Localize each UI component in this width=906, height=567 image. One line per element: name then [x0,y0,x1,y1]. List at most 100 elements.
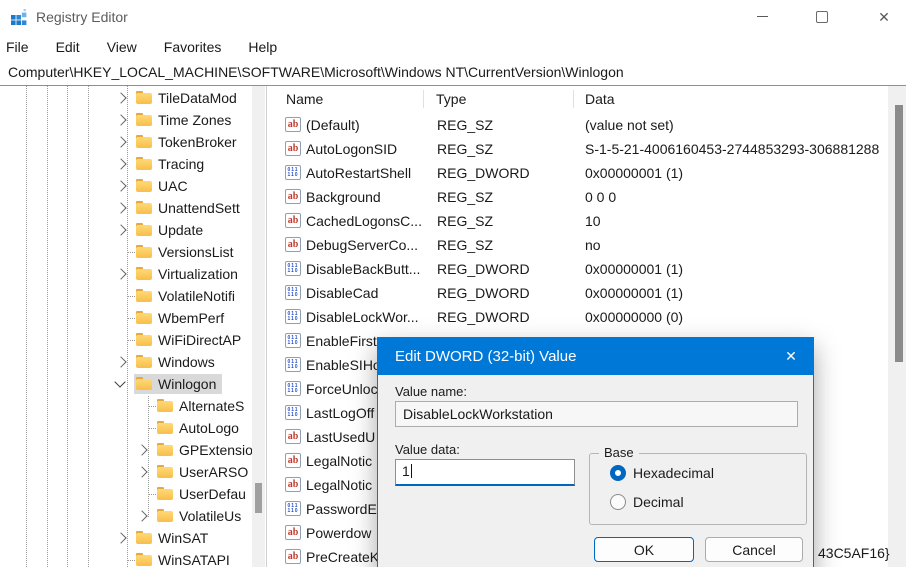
tree-item[interactable]: WbemPerf [0,307,252,329]
tree-item-content[interactable]: WinSATAPI [134,550,236,567]
address-bar[interactable]: Computer\HKEY_LOCAL_MACHINE\SOFTWARE\Mic… [0,59,906,86]
chevron-right-icon[interactable] [115,180,126,191]
registry-value-row[interactable]: DisableCadREG_DWORD0x00000001 (1) [268,281,888,305]
tree-item[interactable]: Tracing [0,153,252,175]
column-header-type[interactable]: Type [436,86,466,112]
tree-item-content[interactable]: Windows [134,352,221,372]
column-separator[interactable] [573,90,574,108]
tree-item[interactable]: VersionsList [0,241,252,263]
ok-button[interactable]: OK [594,537,694,562]
close-button[interactable]: ✕ [867,0,901,33]
tree-item-content[interactable]: VolatileNotifi [134,286,241,306]
tree-item-content[interactable]: TokenBroker [134,132,243,152]
radio-button-icon[interactable] [610,494,626,510]
tree-item[interactable]: WinSATAPI [0,549,252,567]
chevron-right-icon[interactable] [115,136,126,147]
folder-icon [136,531,152,545]
registry-value-row[interactable]: (Default)REG_SZ(value not set) [268,113,888,137]
tree-item-content[interactable]: Virtualization [134,264,244,284]
dialog-close-button[interactable]: ✕ [769,338,813,375]
registry-value-row[interactable]: CachedLogonsC...REG_SZ10 [268,209,888,233]
column-separator[interactable] [423,90,424,108]
dialog-title-bar[interactable]: Edit DWORD (32-bit) Value [378,338,813,375]
tree-item[interactable]: Virtualization [0,263,252,285]
tree-scrollbar[interactable] [252,86,265,567]
chevron-right-icon[interactable] [115,268,126,279]
menu-file[interactable]: File [6,39,29,55]
value-name-field[interactable]: DisableLockWorkstation [395,401,798,427]
tree-item[interactable]: UserDefau [0,483,252,505]
tree-item-content[interactable]: Update [134,220,209,240]
radio-button-icon[interactable] [610,465,626,481]
tree-item-content[interactable]: UserDefau [155,484,252,504]
chevron-right-icon[interactable] [115,114,126,125]
tree-item-content[interactable]: WiFiDirectAP [134,330,247,350]
tree-item[interactable]: TileDataMod [0,87,252,109]
registry-value-row[interactable]: DisableLockWor...REG_DWORD0x00000000 (0) [268,305,888,329]
menu-help[interactable]: Help [248,39,277,55]
chevron-right-icon[interactable] [136,510,147,521]
tree-item-content[interactable]: VersionsList [134,242,239,262]
radio-hexadecimal[interactable]: Hexadecimal [610,465,714,481]
chevron-down-icon[interactable] [114,376,125,387]
chevron-right-icon[interactable] [115,202,126,213]
tree-item[interactable]: UserARSO [0,461,252,483]
tree-scrollbar-thumb[interactable] [255,483,262,513]
minimize-button[interactable] [745,0,779,33]
column-header-data[interactable]: Data [585,86,615,112]
cancel-button[interactable]: Cancel [705,537,803,562]
maximize-button[interactable] [805,0,839,33]
tree-item[interactable]: GPExtensio [0,439,252,461]
tree-item[interactable]: TokenBroker [0,131,252,153]
tree-item-content[interactable]: AlternateS [155,396,250,416]
tree-item-content[interactable]: UserARSO [155,462,252,482]
registry-value-row[interactable]: DisableBackButt...REG_DWORD0x00000001 (1… [268,257,888,281]
chevron-right-icon[interactable] [136,466,147,477]
tree-item-content[interactable]: WbemPerf [134,308,230,328]
tree-item[interactable]: WinSAT [0,527,252,549]
registry-value-row[interactable]: AutoLogonSIDREG_SZS-1-5-21-4006160453-27… [268,137,888,161]
tree-item[interactable]: Time Zones [0,109,252,131]
tree-item[interactable]: Winlogon [0,373,252,395]
menu-edit[interactable]: Edit [56,39,80,55]
registry-value-row[interactable]: AutoRestartShellREG_DWORD0x00000001 (1) [268,161,888,185]
value-data-input[interactable]: 1 [395,459,575,486]
tree-item[interactable]: VolatileUs [0,505,252,527]
tree-item-selected-content[interactable]: Winlogon [134,374,222,394]
radio-decimal[interactable]: Decimal [610,494,684,510]
tree-item-content[interactable]: TileDataMod [134,88,243,108]
tree-item[interactable]: WiFiDirectAP [0,329,252,351]
tree-item-label: AlternateS [179,398,244,414]
pane-splitter[interactable] [266,86,267,567]
tree-item-content[interactable]: Time Zones [134,110,237,130]
tree-item[interactable]: UAC [0,175,252,197]
tree-item-content[interactable]: UAC [134,176,194,196]
chevron-right-icon[interactable] [115,224,126,235]
tree-item[interactable]: VolatileNotifi [0,285,252,307]
value-data-cell: no [585,233,883,257]
tree-item[interactable]: Windows [0,351,252,373]
chevron-right-icon[interactable] [115,92,126,103]
tree-item[interactable]: UnattendSett [0,197,252,219]
tree-item[interactable]: AutoLogo [0,417,252,439]
menu-favorites[interactable]: Favorites [164,39,222,55]
column-header-name[interactable]: Name [286,86,323,112]
tree-item-content[interactable]: VolatileUs [155,506,247,526]
chevron-right-icon[interactable] [115,532,126,543]
tree-item-content[interactable]: GPExtensio [155,440,252,460]
registry-value-row[interactable]: DebugServerCo...REG_SZno [268,233,888,257]
tree-item-content[interactable]: AutoLogo [155,418,245,438]
chevron-right-icon[interactable] [136,444,147,455]
menu-view[interactable]: View [107,39,137,55]
list-scrollbar-thumb[interactable] [895,105,903,362]
tree-item[interactable]: AlternateS [0,395,252,417]
chevron-right-icon[interactable] [115,158,126,169]
tree-item-content[interactable]: WinSAT [134,528,214,548]
chevron-right-icon[interactable] [115,356,126,367]
tree-item-content[interactable]: Tracing [134,154,210,174]
value-name-cell: (Default) [306,113,430,137]
tree-item-content[interactable]: UnattendSett [134,198,246,218]
registry-value-row[interactable]: BackgroundREG_SZ0 0 0 [268,185,888,209]
list-scrollbar[interactable] [888,86,906,567]
tree-item[interactable]: Update [0,219,252,241]
